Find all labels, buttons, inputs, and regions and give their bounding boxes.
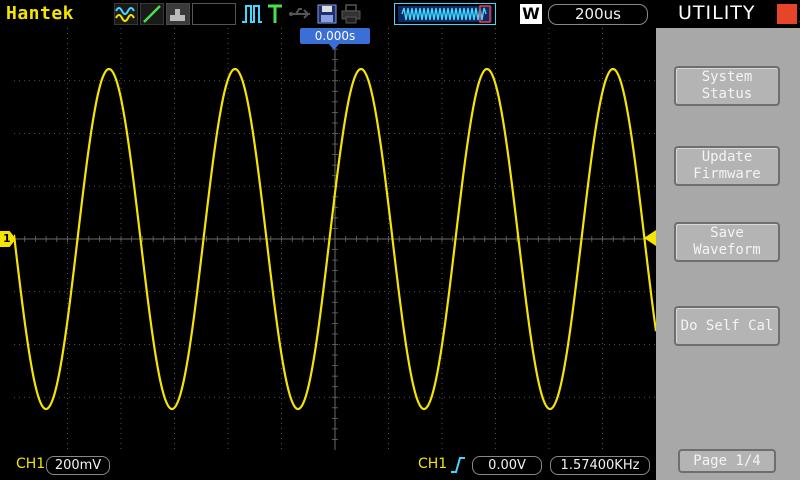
run-pulse-icon[interactable] — [240, 3, 264, 25]
trigger-T-icon[interactable] — [266, 3, 284, 25]
trigger-channel-label: CH1 — [418, 456, 448, 472]
softkey-label-line1: Save — [710, 225, 744, 241]
timebase-display[interactable]: 200us — [548, 4, 648, 25]
save-waveform-button[interactable]: Save Waveform — [674, 222, 780, 262]
softkey-label-line2: Waveform — [693, 242, 761, 258]
softkey-label-line1: System — [701, 69, 753, 85]
memory-bar-icon — [394, 3, 496, 25]
mode-indicator: W — [520, 4, 542, 24]
volts-div-display[interactable]: 200mV — [46, 456, 110, 475]
trigger-position-readout: 0.000s — [300, 28, 370, 44]
update-firmware-button[interactable]: Update Firmware — [674, 146, 780, 186]
softkey-label-line2: Firmware — [693, 166, 761, 182]
frequency-value: 1.57400KHz — [560, 458, 640, 473]
waveform-icon[interactable] — [114, 3, 138, 25]
trigger-level-value: 0.00V — [488, 458, 526, 473]
bottom-status-bar: CH1 200mV CH1 0.00V 1.57400KHz — [0, 452, 656, 480]
mode-label: W — [522, 4, 540, 23]
status-bar: Hantek W 200us — [0, 0, 656, 28]
timebase-value: 200us — [575, 5, 621, 23]
menu-title-bar: UTILITY X — [656, 0, 800, 28]
rising-edge-icon — [451, 457, 465, 473]
volts-div-value: 200mV — [54, 458, 102, 473]
trigger-level-display[interactable]: 0.00V — [472, 456, 542, 475]
softkey-label-line1: Do Self Cal — [680, 317, 774, 334]
page-indicator: Page 1/4 — [693, 453, 761, 469]
softkey-label-line2: Status — [701, 86, 753, 102]
display-icon[interactable] — [166, 3, 190, 25]
self-cal-button[interactable]: Do Self Cal — [674, 306, 780, 346]
utility-menu-panel: UTILITY X System Status Update Firmware … — [656, 0, 800, 480]
print-icon — [341, 4, 361, 24]
menu-title: UTILITY — [678, 2, 756, 24]
close-menu-button[interactable]: X — [777, 4, 800, 26]
trigger-position-value: 0.000s — [314, 29, 356, 43]
softkey-label-line1: Update — [701, 149, 753, 165]
page-button[interactable]: Page 1/4 — [678, 449, 776, 473]
ramp-icon[interactable] — [140, 3, 164, 25]
scope-screen — [14, 28, 656, 450]
frequency-display: 1.57400KHz — [550, 456, 650, 475]
ch1-label: CH1 — [16, 456, 46, 472]
system-status-button[interactable]: System Status — [674, 66, 780, 106]
brand-logo: Hantek — [6, 3, 75, 24]
usb-icon — [289, 8, 310, 19]
save-disk-icon[interactable] — [316, 3, 338, 25]
ch1-marker-label: 1 — [3, 232, 11, 245]
status-slot — [192, 3, 236, 25]
